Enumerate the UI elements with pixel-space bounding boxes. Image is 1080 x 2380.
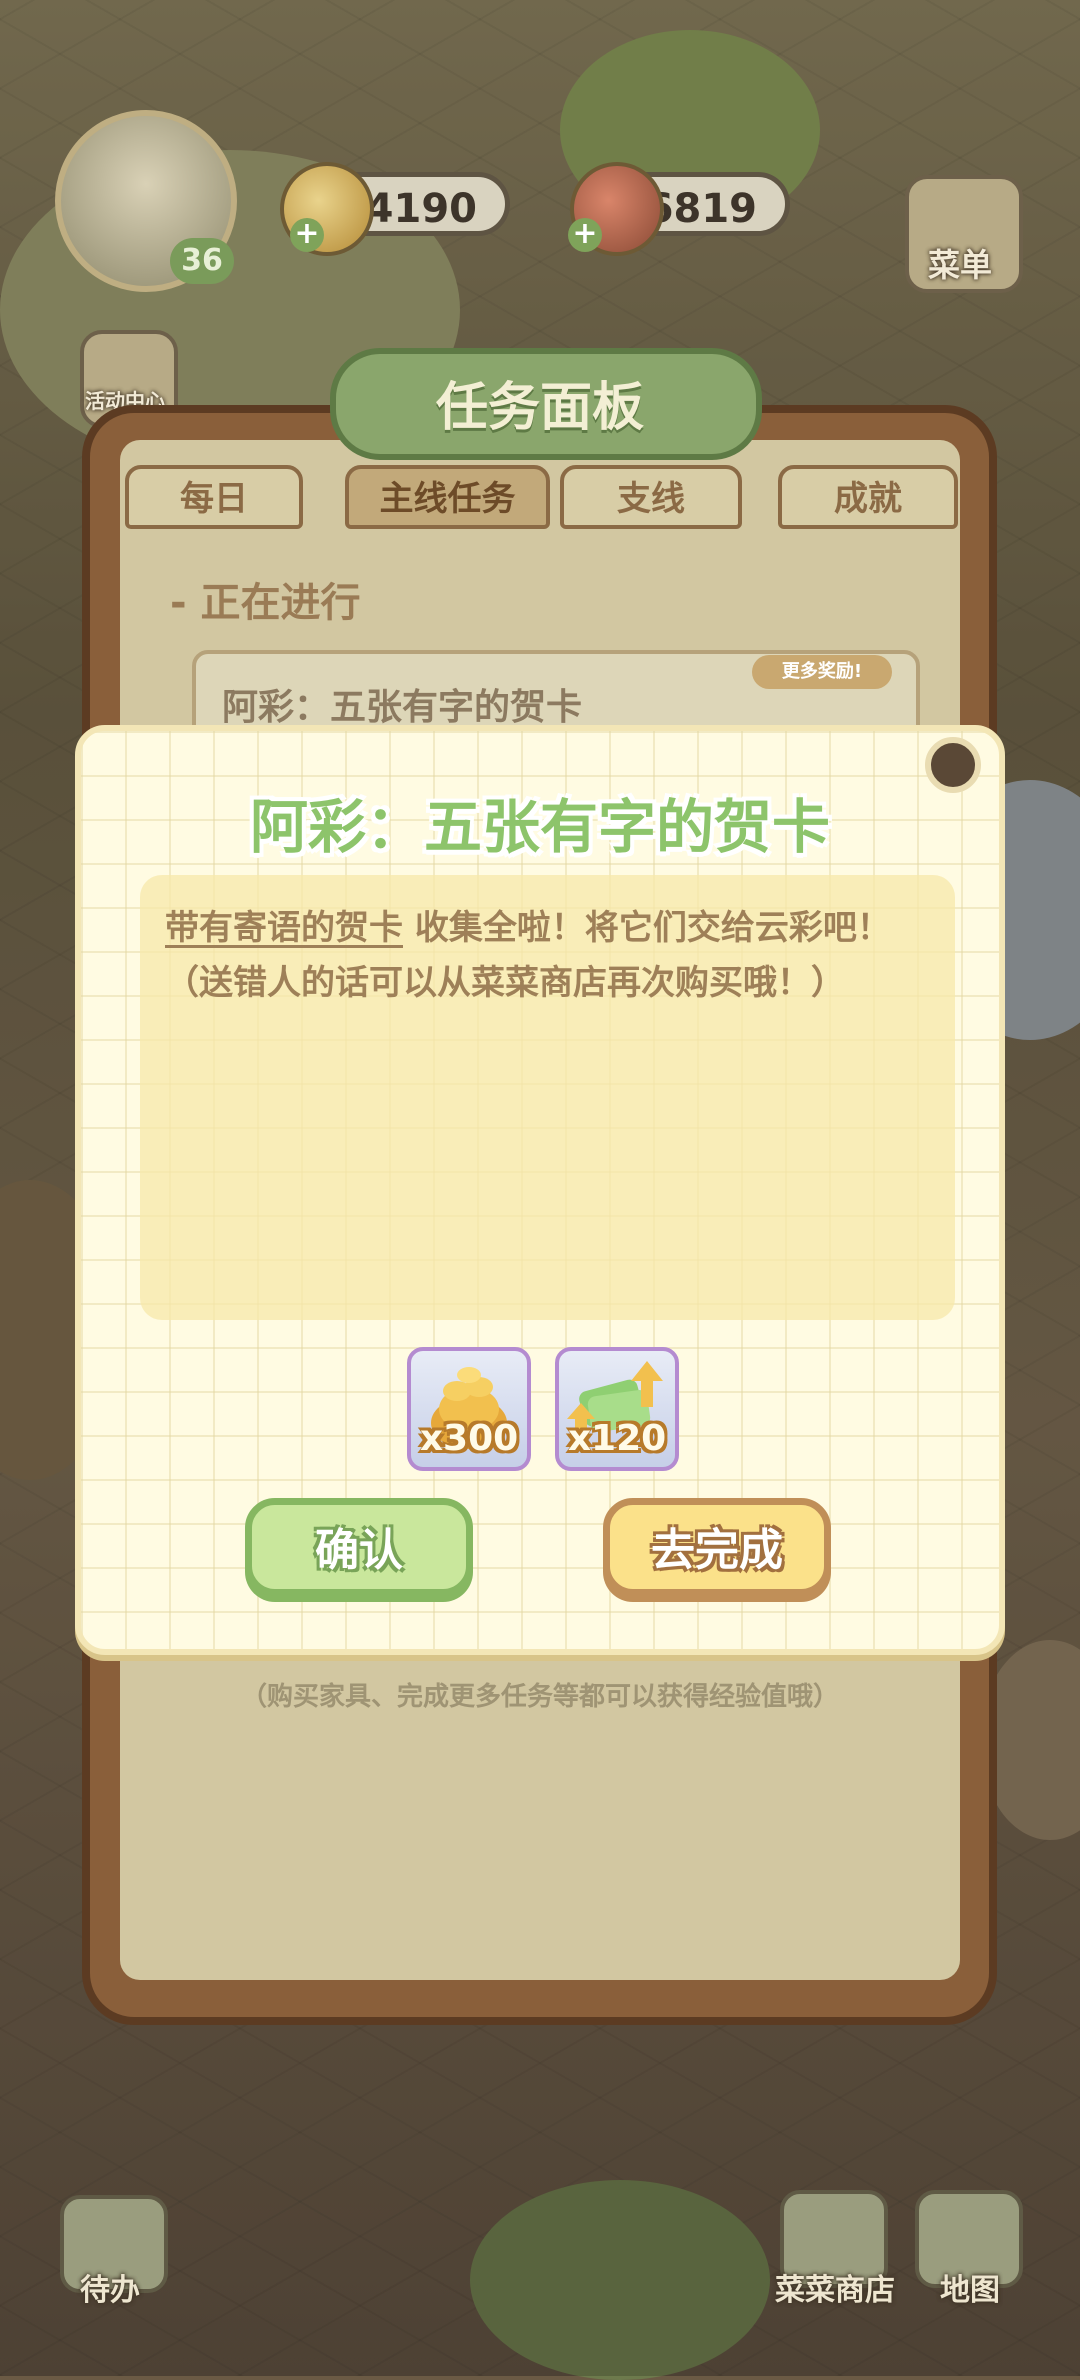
add-carrots-icon[interactable]: + <box>568 218 602 252</box>
item-name: 带有寄语的贺卡 <box>165 908 403 948</box>
tab-side-quest[interactable]: 支线 <box>560 465 742 529</box>
vegetable-shop-label: 菜菜商店 <box>775 2273 895 2308</box>
modal-description-line2: （送错人的话可以从菜菜商店再次购买哦！） <box>165 963 845 1003</box>
reward-cash-count: x120 <box>567 1418 667 1459</box>
in-progress-section-label: - 正在进行 <box>170 580 361 626</box>
tab-daily[interactable]: 每日 <box>125 465 303 529</box>
tab-achievements[interactable]: 成就 <box>778 465 958 529</box>
more-rewards-badge[interactable]: 更多奖励! <box>752 655 892 689</box>
task-card-title: 阿彩：五张有字的贺卡 <box>222 687 583 728</box>
experience-hint: （购买家具、完成更多任务等都可以获得经验值哦） <box>240 1682 839 1712</box>
map-label: 地图 <box>940 2273 1000 2308</box>
go-complete-button[interactable]: 去完成 <box>603 1498 831 1596</box>
description-text: 收集全啦！将它们交给云彩吧！ <box>403 908 891 948</box>
todo-label: 待办 <box>80 2273 140 2308</box>
add-coins-icon[interactable]: + <box>290 218 324 252</box>
modal-title: 阿彩：五张有字的贺卡 <box>249 793 830 861</box>
task-board-title: 任务面板 <box>435 378 644 438</box>
player-level-badge: 36 <box>170 238 234 284</box>
confirm-button[interactable]: 确认 <box>245 1498 473 1596</box>
tab-main-quest[interactable]: 主线任务 <box>345 465 550 529</box>
reward-coins-count: x300 <box>419 1418 519 1459</box>
menu-label: 菜单 <box>927 246 992 284</box>
modal-description-line1: 带有寄语的贺卡 收集全啦！将它们交给云彩吧！ <box>165 900 945 949</box>
